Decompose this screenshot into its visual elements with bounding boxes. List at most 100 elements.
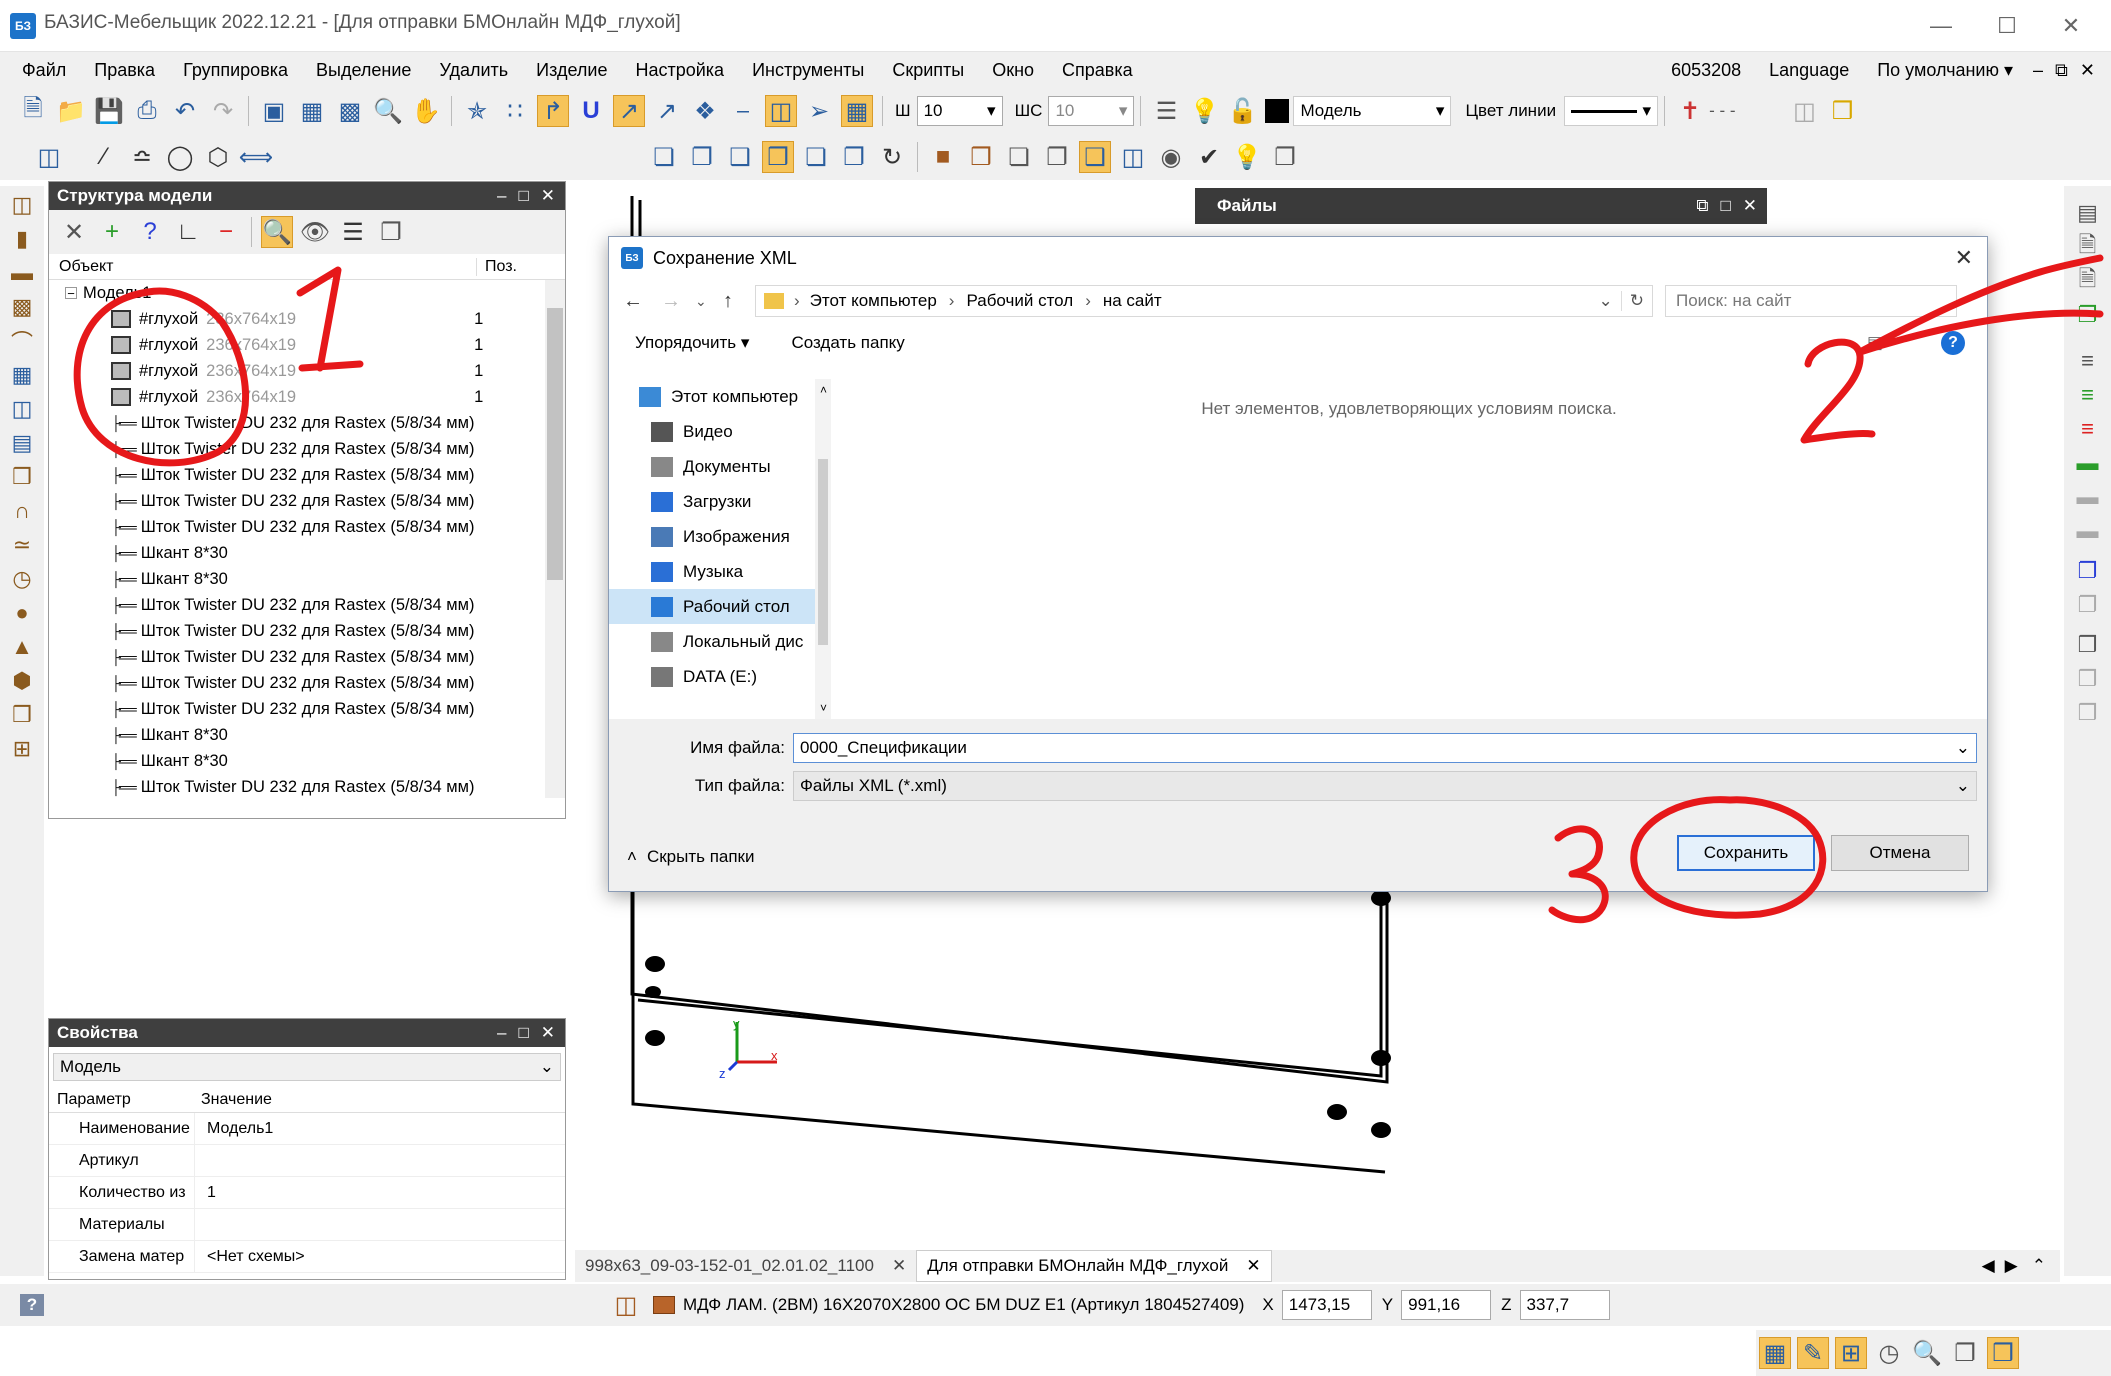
float-icon[interactable]: □ [518, 1023, 528, 1043]
polygon-icon[interactable]: ⬡ [202, 141, 234, 173]
close-icon[interactable]: ✕ [1743, 196, 1757, 216]
filetype-select[interactable]: Файлы XML (*.xml) ⌄ [793, 771, 1977, 801]
tree-hardware-item[interactable]: ├══ Шток Twister DU 232 для Rastex (5/8/3… [49, 774, 565, 798]
rotate-icon[interactable]: ↻ [876, 141, 908, 173]
float-icon[interactable]: □ [1720, 196, 1730, 216]
drawer-icon[interactable]: ❒ [7, 700, 37, 730]
render-wire-icon[interactable]: ❏ [1003, 141, 1035, 173]
layers-icon[interactable]: ◫ [765, 95, 797, 127]
nav-scrollbar[interactable]: ˄ ˅ [815, 379, 831, 719]
tree-hardware-item[interactable]: ├══ Шток Twister DU 232 для Rastex (5/8/3… [49, 644, 565, 670]
nav-item[interactable]: Локальный дис [609, 624, 831, 659]
tree-hardware-item[interactable]: ├══ Шток Twister DU 232 для Rastex (5/8/3… [49, 696, 565, 722]
tree-hardware-item[interactable]: ├══ Шток Twister DU 232 для Rastex (5/8/3… [49, 618, 565, 644]
property-value[interactable]: Модель1 [195, 1120, 273, 1138]
hide-folders-toggle[interactable]: ˄ Скрыть папки [627, 847, 755, 867]
fit-icon[interactable]: ▦ [841, 95, 873, 127]
line-type-icon[interactable]: ✝ [1674, 95, 1706, 127]
window-icon[interactable]: ▤ [2073, 198, 2103, 228]
panel-status-icon[interactable]: ◫ [610, 1289, 642, 1321]
tree-hardware-item[interactable]: ├══ Шток Twister DU 232 для Rastex (5/8/3… [49, 436, 565, 462]
lock-icon[interactable]: 🔓 [1226, 95, 1258, 127]
tree-panel-item[interactable]: #глухой 236x764x19 1 [49, 384, 565, 410]
grid-panel-icon[interactable]: ⊞ [7, 734, 37, 764]
save-button[interactable]: Сохранить [1677, 835, 1815, 871]
menu-item[interactable]: Окно [978, 52, 1048, 88]
mdi-restore-icon[interactable]: ⧉ [2049, 52, 2074, 88]
tools-icon[interactable]: ✕ [58, 216, 90, 248]
preset-menu[interactable]: По умолчанию ▾ [1863, 52, 2027, 88]
add-icon[interactable]: + [96, 216, 128, 248]
close-icon[interactable]: ✕ [541, 1023, 555, 1043]
mdi-close-icon[interactable]: ✕ [2074, 52, 2101, 88]
recent-chevron-icon[interactable]: ⌄ [695, 293, 723, 310]
width-input[interactable]: 10 ▾ [916, 96, 1003, 126]
render-hidden-icon[interactable]: ❐ [1041, 141, 1073, 173]
vertical-panel-icon[interactable]: ▮ [7, 224, 37, 254]
curve-icon[interactable]: ≃ [7, 530, 37, 560]
assembly-3-icon[interactable]: ❒ [2073, 698, 2103, 728]
cone-icon[interactable]: ▲ [7, 632, 37, 662]
tree-hardware-item[interactable]: ├══ Шток Twister DU 232 для Rastex (5/8/3… [49, 514, 565, 540]
edge-icon[interactable]: ▤ [7, 428, 37, 458]
solid-icon[interactable]: ⬢ [7, 666, 37, 696]
fastener-add-icon[interactable]: ≡ [2073, 380, 2103, 410]
refresh-icon[interactable]: ↻ [1620, 291, 1652, 311]
x-coordinate[interactable]: 1473,15 [1281, 1290, 1372, 1320]
select-icon[interactable]: ➢ [803, 95, 835, 127]
save-icon[interactable]: 💾 [93, 95, 125, 127]
render-solid-icon[interactable]: ❒ [965, 141, 997, 173]
tree-hardware-item[interactable]: ├══ Шкант 8*30 [49, 540, 565, 566]
property-row[interactable]: Материалы [49, 1208, 565, 1241]
zoom-window-icon[interactable]: ▣ [258, 95, 290, 127]
address-bar[interactable]: › Этот компьютер › Рабочий стол › на сай… [755, 285, 1653, 317]
panel-icon[interactable]: ◫ [7, 190, 37, 220]
nav-item[interactable]: Музыка [609, 554, 831, 589]
menu-item[interactable]: Выделение [302, 52, 425, 88]
dimension-icon[interactable]: ↗ [651, 95, 683, 127]
breadcrumb-desktop[interactable]: Рабочий стол [966, 291, 1073, 311]
help-status-icon[interactable]: ? [20, 1294, 44, 1316]
render-split-icon[interactable]: ◫ [1117, 141, 1149, 173]
layer-stack-icon[interactable]: ☰ [1150, 95, 1182, 127]
export-icon[interactable]: ❐ [2073, 300, 2103, 330]
properties-selector[interactable]: Модель ⌄ [53, 1053, 561, 1081]
view-options-icon[interactable]: ▤ [1867, 333, 1883, 353]
tree-root[interactable]: − Модель1 [49, 280, 565, 306]
menu-item[interactable]: Файл [8, 52, 80, 88]
chevron-down-icon[interactable]: ⌄ [1956, 738, 1970, 758]
property-row[interactable]: Замена матер <Нет схемы> [49, 1240, 565, 1273]
help-icon[interactable]: ? [1941, 331, 1965, 355]
organize-button[interactable]: Упорядочить ▾ [635, 333, 749, 353]
tray-edit-icon[interactable]: ✎ [1797, 1337, 1829, 1369]
cancel-button[interactable]: Отмена [1831, 835, 1969, 871]
lightbulb-icon[interactable]: 💡 [1188, 95, 1220, 127]
view-iso-icon[interactable]: ❐ [838, 141, 870, 173]
render-texture-icon[interactable]: ■ [927, 141, 959, 173]
zoom-all-icon[interactable]: ▦ [296, 95, 328, 127]
view-left-icon[interactable]: ❑ [724, 141, 756, 173]
profile-icon[interactable]: ◫ [7, 394, 37, 424]
bind-icon[interactable]: ❖ [689, 95, 721, 127]
tree-hardware-item[interactable]: ├══ Шток Twister DU 232 для Rastex (5/8/3… [49, 670, 565, 696]
tab-close-icon[interactable]: ✕ [1246, 1256, 1260, 1276]
layer-select[interactable]: Модель ▾ [1293, 96, 1452, 126]
property-row[interactable]: Артикул [49, 1144, 565, 1177]
nav-scroll-thumb[interactable] [818, 459, 828, 645]
minimize-icon[interactable]: — [1915, 8, 1967, 44]
restore-icon[interactable]: ⧉ [1696, 196, 1708, 216]
z-coordinate[interactable]: 337,7 [1519, 1290, 1610, 1320]
preview-icon[interactable]: 🔍 [261, 216, 293, 248]
edge-edit-icon[interactable]: ▬ [2073, 482, 2103, 512]
back-panel-icon[interactable]: ▩ [7, 292, 37, 322]
property-row[interactable]: Наименование Модель1 [49, 1112, 565, 1145]
new-file-icon[interactable]: 🗎 [17, 95, 49, 127]
fitting-icon[interactable]: ◷ [7, 564, 37, 594]
box-icon[interactable]: ❒ [7, 462, 37, 492]
zoom-icon[interactable]: 🔍 [372, 95, 404, 127]
construction-icon[interactable]: ◫ [33, 141, 65, 173]
tab-expand-icon[interactable]: ⌃ [2032, 1256, 2046, 1276]
ruler-icon[interactable]: ⎯ [727, 95, 759, 127]
magnet-icon[interactable]: U [575, 95, 607, 127]
arch-icon[interactable]: ∩ [7, 496, 37, 526]
